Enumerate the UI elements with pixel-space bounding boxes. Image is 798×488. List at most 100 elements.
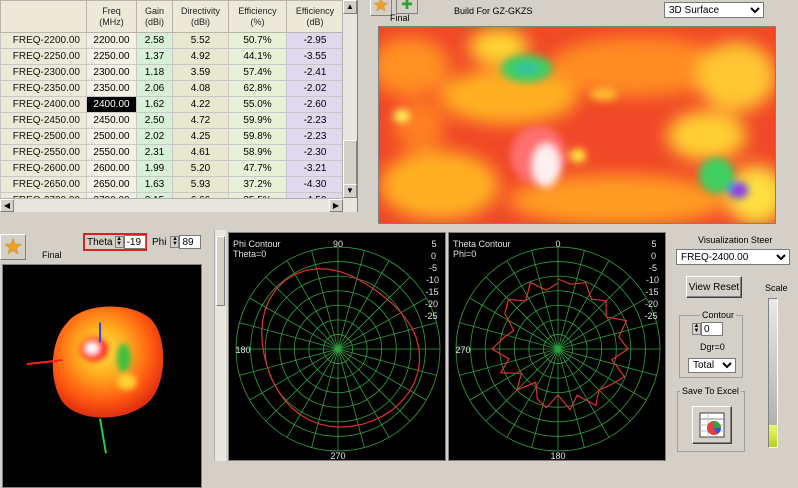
cell-gain[interactable]: 2.31 xyxy=(136,144,173,161)
table-row[interactable]: FREQ-2400.00 2400.00 1.62 4.22 55.0% -2.60 xyxy=(0,96,344,113)
cell-dir[interactable]: 4.61 xyxy=(172,144,229,161)
cell-eff[interactable]: 44.1% xyxy=(228,48,287,65)
cell-freq[interactable]: 2400.00 xyxy=(86,96,137,113)
table-row[interactable]: FREQ-2300.00 2300.00 1.18 3.59 57.4% -2.41 xyxy=(0,64,344,81)
cell-dir[interactable]: 4.08 xyxy=(172,80,229,97)
phi-spin-icon[interactable]: ▲ ▼ xyxy=(170,236,180,248)
cell-dir[interactable]: 4.25 xyxy=(172,128,229,145)
row-header[interactable]: FREQ-2550.00 xyxy=(0,144,87,161)
cell-gain[interactable]: 2.02 xyxy=(136,128,173,145)
cell-freq[interactable]: 2200.00 xyxy=(86,32,137,49)
cell-freq[interactable]: 2450.00 xyxy=(86,112,137,129)
view-mode-select[interactable]: 3D Surface xyxy=(664,2,764,18)
contour-input[interactable] xyxy=(701,322,723,336)
view-reset-button[interactable]: View Reset xyxy=(686,276,742,298)
cell-eff[interactable]: 58.9% xyxy=(228,144,287,161)
cell-freq[interactable]: 2350.00 xyxy=(86,80,137,97)
row-header[interactable]: FREQ-2350.00 xyxy=(0,80,87,97)
table-horizontal-scrollbar[interactable]: ◀ ▶ xyxy=(0,198,343,212)
scroll-right-icon[interactable]: ▶ xyxy=(329,199,343,212)
cell-eff[interactable]: 55.0% xyxy=(228,96,287,113)
build-button[interactable]: ✚ xyxy=(396,0,418,14)
cell-dir[interactable]: 5.20 xyxy=(172,160,229,177)
table-row[interactable]: FREQ-2350.00 2350.00 2.06 4.08 62.8% -2.02 xyxy=(0,80,344,97)
column-header[interactable]: Directivity (dBi) xyxy=(172,0,229,33)
cell-dir[interactable]: 4.92 xyxy=(172,48,229,65)
cell-dir[interactable]: 5.93 xyxy=(172,176,229,193)
gain-surface-map[interactable] xyxy=(378,26,776,224)
cell-effdb[interactable]: -2.30 xyxy=(286,144,344,161)
cell-eff[interactable]: 37.2% xyxy=(228,176,287,193)
row-header[interactable]: FREQ-2650.00 xyxy=(0,176,87,193)
cell-gain[interactable]: 1.18 xyxy=(136,64,173,81)
cell-gain[interactable]: 1.62 xyxy=(136,96,173,113)
scroll-up-icon[interactable]: ▲ xyxy=(343,0,357,14)
cell-gain[interactable]: 2.50 xyxy=(136,112,173,129)
cell-eff[interactable]: 57.4% xyxy=(228,64,287,81)
table-row[interactable]: FREQ-2650.00 2650.00 1.63 5.93 37.2% -4.30 xyxy=(0,176,344,193)
cell-effdb[interactable]: -2.41 xyxy=(286,64,344,81)
panel-scroll-thumb[interactable] xyxy=(216,236,225,306)
pattern-3d-view[interactable] xyxy=(2,264,202,488)
total-select[interactable]: Total xyxy=(688,358,736,373)
cell-dir[interactable]: 4.72 xyxy=(172,112,229,129)
cell-freq[interactable]: 2550.00 xyxy=(86,144,137,161)
phi-input[interactable] xyxy=(179,235,202,249)
cell-eff[interactable]: 59.8% xyxy=(228,128,287,145)
scroll-left-icon[interactable]: ◀ xyxy=(0,199,14,212)
cell-freq[interactable]: 2300.00 xyxy=(86,64,137,81)
column-header[interactable]: Efficiency (%) xyxy=(228,0,287,33)
contour-spin-icon[interactable]: ▲ ▼ xyxy=(692,323,701,335)
table-row[interactable]: FREQ-2250.00 2250.00 1.37 4.92 44.1% -3.55 xyxy=(0,48,344,65)
table-row[interactable]: FREQ-2450.00 2450.00 2.50 4.72 59.9% -2.23 xyxy=(0,112,344,129)
table-row[interactable]: FREQ-2600.00 2600.00 1.99 5.20 47.7% -3.21 xyxy=(0,160,344,177)
row-header[interactable]: FREQ-2600.00 xyxy=(0,160,87,177)
save-excel-button[interactable] xyxy=(692,406,732,444)
cell-eff[interactable]: 62.8% xyxy=(228,80,287,97)
cell-eff[interactable]: 47.7% xyxy=(228,160,287,177)
column-header[interactable]: Gain (dBi) xyxy=(136,0,173,33)
row-header[interactable]: FREQ-2400.00 xyxy=(0,96,87,113)
cell-effdb[interactable]: -2.23 xyxy=(286,112,344,129)
cell-freq[interactable]: 2250.00 xyxy=(86,48,137,65)
scale-slider[interactable] xyxy=(764,298,782,454)
cell-effdb[interactable]: -2.02 xyxy=(286,80,344,97)
cell-dir[interactable]: 5.52 xyxy=(172,32,229,49)
cell-effdb[interactable]: -3.55 xyxy=(286,48,344,65)
cell-gain[interactable]: 1.37 xyxy=(136,48,173,65)
table-row[interactable]: FREQ-2550.00 2550.00 2.31 4.61 58.9% -2.30 xyxy=(0,144,344,161)
cell-gain[interactable]: 2.58 xyxy=(136,32,173,49)
cell-freq[interactable]: 2650.00 xyxy=(86,176,137,193)
table-row[interactable]: FREQ-2500.00 2500.00 2.02 4.25 59.8% -2.23 xyxy=(0,128,344,145)
frequency-select[interactable]: FREQ-2400.00 xyxy=(676,249,790,265)
cell-effdb[interactable]: -4.30 xyxy=(286,176,344,193)
cell-effdb[interactable]: -3.21 xyxy=(286,160,344,177)
row-header[interactable]: FREQ-2300.00 xyxy=(0,64,87,81)
star-button[interactable]: ★ xyxy=(370,0,392,16)
cell-dir[interactable]: 3.59 xyxy=(172,64,229,81)
table-vertical-scrollbar[interactable]: ▲ ▼ xyxy=(342,0,357,212)
theta-input[interactable] xyxy=(123,235,146,249)
cell-effdb[interactable]: -2.60 xyxy=(286,96,344,113)
cell-gain[interactable]: 2.06 xyxy=(136,80,173,97)
row-header[interactable]: FREQ-2200.00 xyxy=(0,32,87,49)
cell-effdb[interactable]: -2.23 xyxy=(286,128,344,145)
row-header[interactable]: FREQ-2250.00 xyxy=(0,48,87,65)
cell-eff[interactable]: 59.9% xyxy=(228,112,287,129)
pattern-star-button[interactable]: ★ xyxy=(0,234,26,260)
cell-dir[interactable]: 4.22 xyxy=(172,96,229,113)
table-row[interactable]: FREQ-2200.00 2200.00 2.58 5.52 50.7% -2.95 xyxy=(0,32,344,49)
scroll-down-icon[interactable]: ▼ xyxy=(343,184,357,198)
row-header[interactable]: FREQ-2450.00 xyxy=(0,112,87,129)
pattern-panel-scrollbar[interactable] xyxy=(214,230,226,461)
column-header[interactable]: Freq (MHz) xyxy=(86,0,137,33)
cell-gain[interactable]: 1.63 xyxy=(136,176,173,193)
cell-freq[interactable]: 2500.00 xyxy=(86,128,137,145)
cell-eff[interactable]: 50.7% xyxy=(228,32,287,49)
cell-gain[interactable]: 1.99 xyxy=(136,160,173,177)
column-header[interactable]: Efficiency (dB) xyxy=(286,0,344,33)
theta-spin-icon[interactable]: ▲ ▼ xyxy=(114,236,124,248)
cell-freq[interactable]: 2600.00 xyxy=(86,160,137,177)
cell-effdb[interactable]: -2.95 xyxy=(286,32,344,49)
row-header[interactable]: FREQ-2500.00 xyxy=(0,128,87,145)
